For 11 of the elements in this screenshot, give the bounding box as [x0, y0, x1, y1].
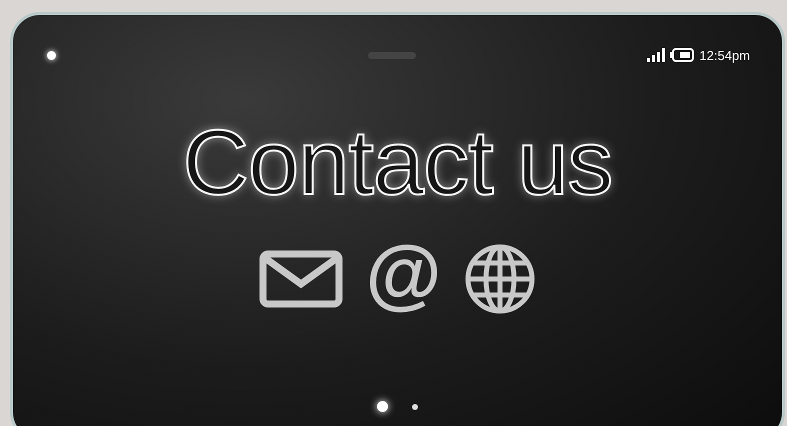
battery-icon — [670, 48, 694, 62]
globe-icon[interactable] — [464, 243, 536, 315]
signal-icon — [647, 48, 666, 62]
camera-dot — [47, 50, 56, 60]
page-dot[interactable] — [412, 404, 418, 410]
page-title: Contact us — [182, 117, 612, 209]
speaker-slot — [368, 52, 416, 58]
envelope-icon[interactable] — [259, 250, 344, 308]
at-sign-icon[interactable]: @ — [365, 234, 442, 312]
status-time: 12:54pm — [699, 48, 750, 62]
page-dot[interactable] — [377, 401, 388, 412]
